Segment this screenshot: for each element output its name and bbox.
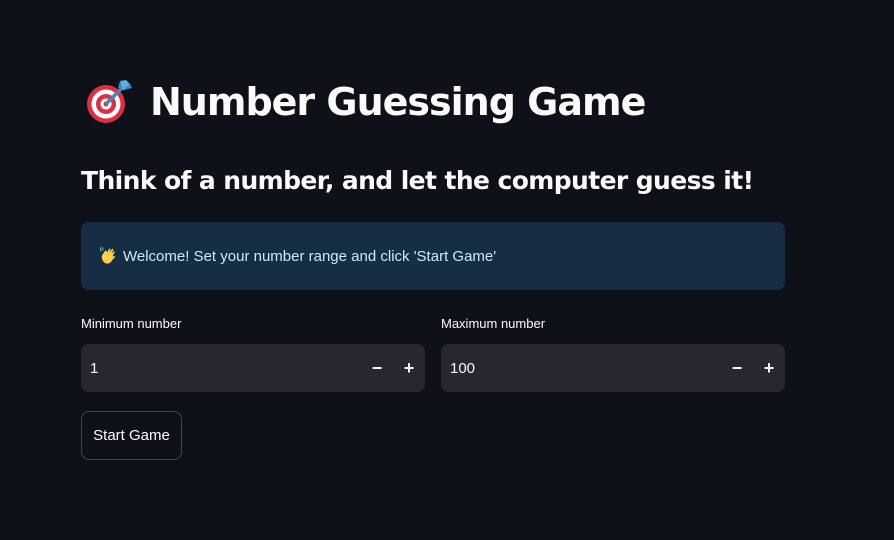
header: Number Guessing Game [86, 70, 646, 134]
min-number-input[interactable]: 1 − + [81, 344, 425, 392]
start-game-button[interactable]: Start Game [81, 411, 182, 460]
page-subtitle: Think of a number, and let the computer … [81, 166, 754, 195]
min-decrement-button[interactable]: − [361, 344, 393, 392]
waving-hand-icon [99, 246, 119, 266]
page-title: Number Guessing Game [150, 80, 646, 124]
max-decrement-button[interactable]: − [721, 344, 753, 392]
min-number-label: Minimum number [81, 316, 182, 331]
max-number-value[interactable]: 100 [441, 360, 721, 377]
info-alert: Welcome! Set your number range and click… [81, 222, 785, 290]
info-message: Welcome! Set your number range and click… [123, 247, 497, 265]
max-number-label: Maximum number [441, 316, 546, 331]
min-number-value[interactable]: 1 [81, 360, 361, 377]
min-increment-button[interactable]: + [393, 344, 425, 392]
max-increment-button[interactable]: + [753, 344, 785, 392]
direct-hit-target-icon [86, 78, 134, 126]
max-number-input[interactable]: 100 − + [441, 344, 785, 392]
